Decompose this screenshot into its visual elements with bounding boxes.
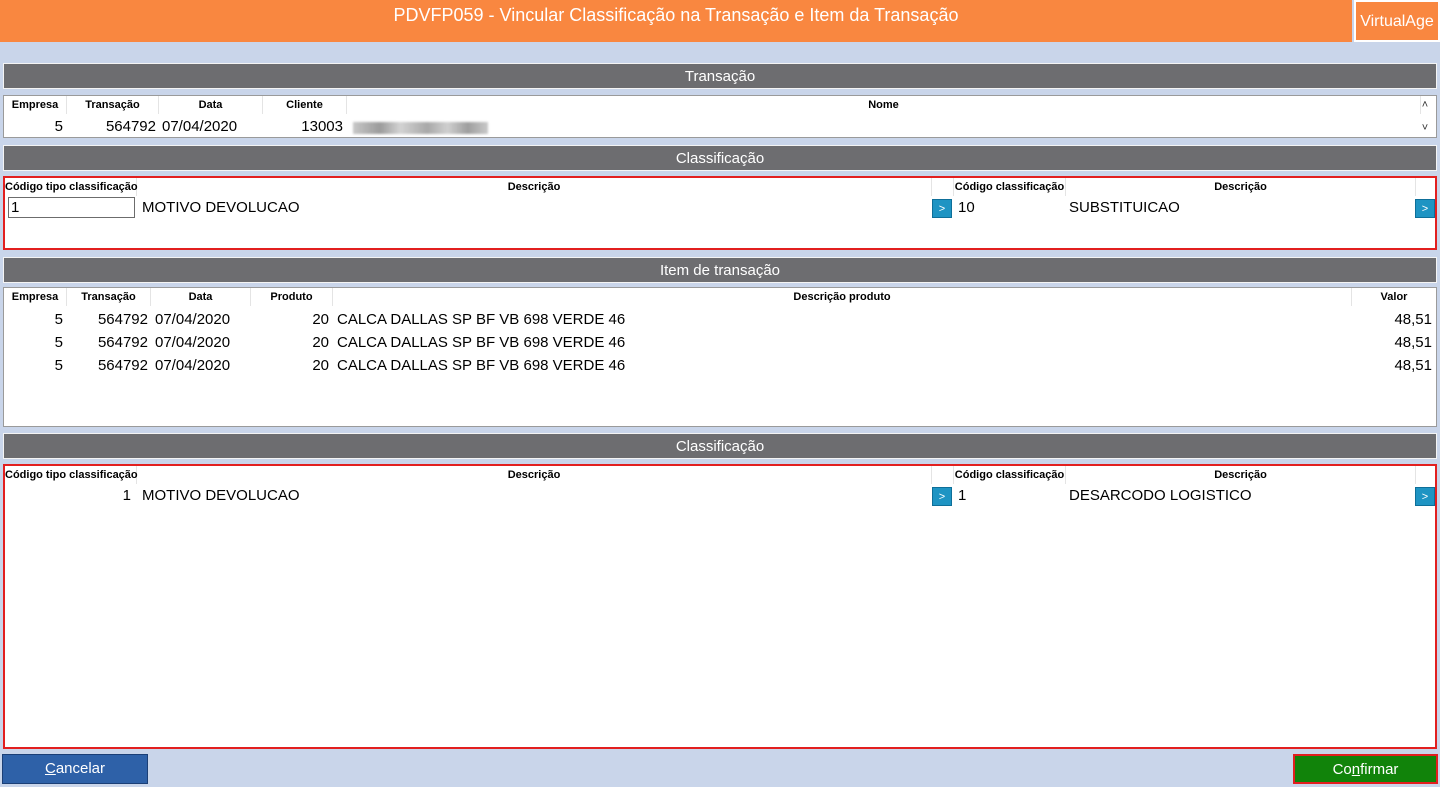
- section-classificacao-header: Classificação: [3, 145, 1437, 171]
- codigo-classificacao-value: 10: [958, 199, 975, 216]
- col-item-transacao[interactable]: Transação: [67, 288, 151, 306]
- col-codigo-tipo[interactable]: Código tipo classificação: [5, 466, 138, 484]
- lookup-tipo-button[interactable]: >: [932, 199, 952, 218]
- classificacao-item-grid: Código tipo classificação Descrição Códi…: [3, 464, 1437, 749]
- item-descricao-tipo-value: MOTIVO DEVOLUCAO: [142, 487, 300, 504]
- item-descricao: CALCA DALLAS SP BF VB 698 VERDE 46: [337, 357, 626, 374]
- col-descricao[interactable]: Descrição: [137, 466, 932, 484]
- virtualage-brand-button[interactable]: VirtualAge: [1354, 0, 1440, 42]
- lookup-item-tipo-button[interactable]: >: [932, 487, 952, 506]
- item-descricao: CALCA DALLAS SP BF VB 698 VERDE 46: [337, 334, 626, 351]
- confirmar-label-pre: Co: [1332, 761, 1352, 778]
- codigo-tipo-input[interactable]: [8, 197, 135, 218]
- classificacao-transacao-grid: Código tipo classificação Descrição Códi…: [3, 176, 1437, 250]
- col-item-descricao[interactable]: Descrição produto: [333, 288, 1352, 306]
- cancelar-button[interactable]: Cancelar: [2, 754, 148, 784]
- item-valor: 48,51: [1394, 357, 1432, 374]
- col-codigo-classificacao[interactable]: Código classificação: [954, 178, 1066, 196]
- transacao-numero-value: 564792: [105, 118, 156, 135]
- item-produto: 20: [312, 311, 329, 328]
- item-empresa: 5: [54, 311, 63, 328]
- item-valor: 48,51: [1394, 311, 1432, 328]
- transacao-cliente-value: 13003: [301, 118, 343, 135]
- col-item-valor[interactable]: Valor: [1352, 288, 1436, 306]
- item-transacao: 564792: [97, 311, 148, 328]
- item-transacao: 564792: [97, 357, 148, 374]
- col-spacer: [932, 178, 954, 196]
- item-codigo-classificacao-value: 1: [958, 487, 967, 504]
- window-title: PDVFP059 - Vincular Classificação na Tra…: [0, 0, 1352, 42]
- col-descricao-classificacao[interactable]: Descrição: [1066, 178, 1416, 196]
- cancelar-label: ancelar: [55, 760, 106, 777]
- descricao-tipo-value: MOTIVO DEVOLUCAO: [142, 199, 300, 216]
- transacao-empresa-value: 5: [54, 118, 63, 135]
- item-data: 07/04/2020: [155, 334, 231, 351]
- item-data: 07/04/2020: [155, 311, 231, 328]
- item-produto: 20: [312, 334, 329, 351]
- item-descricao: CALCA DALLAS SP BF VB 698 VERDE 46: [337, 311, 626, 328]
- col-item-empresa[interactable]: Empresa: [4, 288, 67, 306]
- item-data: 07/04/2020: [155, 357, 231, 374]
- col-nome[interactable]: Nome: [347, 96, 1421, 114]
- col-empresa[interactable]: Empresa: [4, 96, 67, 114]
- confirmar-accesskey: n: [1351, 761, 1361, 778]
- transacao-data-value: 07/04/2020: [162, 118, 238, 135]
- scroll-down-icon[interactable]: ˅: [1420, 123, 1430, 134]
- section-classificacao-item-header: Classificação: [3, 433, 1437, 459]
- lookup-item-classificacao-button[interactable]: >: [1415, 487, 1435, 506]
- lookup-classificacao-button[interactable]: >: [1415, 199, 1435, 218]
- itens-grid: Empresa Transação Data Produto Descrição…: [3, 287, 1437, 427]
- transacao-grid: Empresa Transação Data Cliente Nome 5 56…: [3, 95, 1437, 138]
- item-empresa: 5: [54, 357, 63, 374]
- descricao-classificacao-value: SUBSTITUICAO: [1069, 199, 1180, 216]
- item-produto: 20: [312, 357, 329, 374]
- col-cliente[interactable]: Cliente: [263, 96, 347, 114]
- confirmar-label-post: firmar: [1360, 761, 1399, 778]
- col-codigo-classificacao[interactable]: Código classificação: [954, 466, 1066, 484]
- item-transacao: 564792: [97, 334, 148, 351]
- item-empresa: 5: [54, 334, 63, 351]
- col-descricao-classificacao[interactable]: Descrição: [1066, 466, 1416, 484]
- col-item-produto[interactable]: Produto: [251, 288, 333, 306]
- section-item-transacao-header: Item de transação: [3, 257, 1437, 283]
- col-item-data[interactable]: Data: [151, 288, 251, 306]
- confirmar-button[interactable]: Confirmar: [1293, 754, 1438, 784]
- item-codigo-tipo-value[interactable]: 1: [5, 485, 131, 507]
- col-spacer: [932, 466, 954, 484]
- col-codigo-tipo[interactable]: Código tipo classificação: [5, 178, 138, 196]
- scroll-up-icon[interactable]: ˄: [1420, 100, 1430, 111]
- cliente-nome-blurred: [353, 122, 488, 134]
- col-data[interactable]: Data: [159, 96, 263, 114]
- col-transacao[interactable]: Transação: [67, 96, 159, 114]
- col-descricao[interactable]: Descrição: [137, 178, 932, 196]
- cancelar-accesskey: C: [44, 760, 56, 777]
- section-transacao-header: Transação: [3, 63, 1437, 89]
- item-descricao-classificacao-value: DESARCODO LOGISTICO: [1069, 487, 1252, 504]
- item-valor: 48,51: [1394, 334, 1432, 351]
